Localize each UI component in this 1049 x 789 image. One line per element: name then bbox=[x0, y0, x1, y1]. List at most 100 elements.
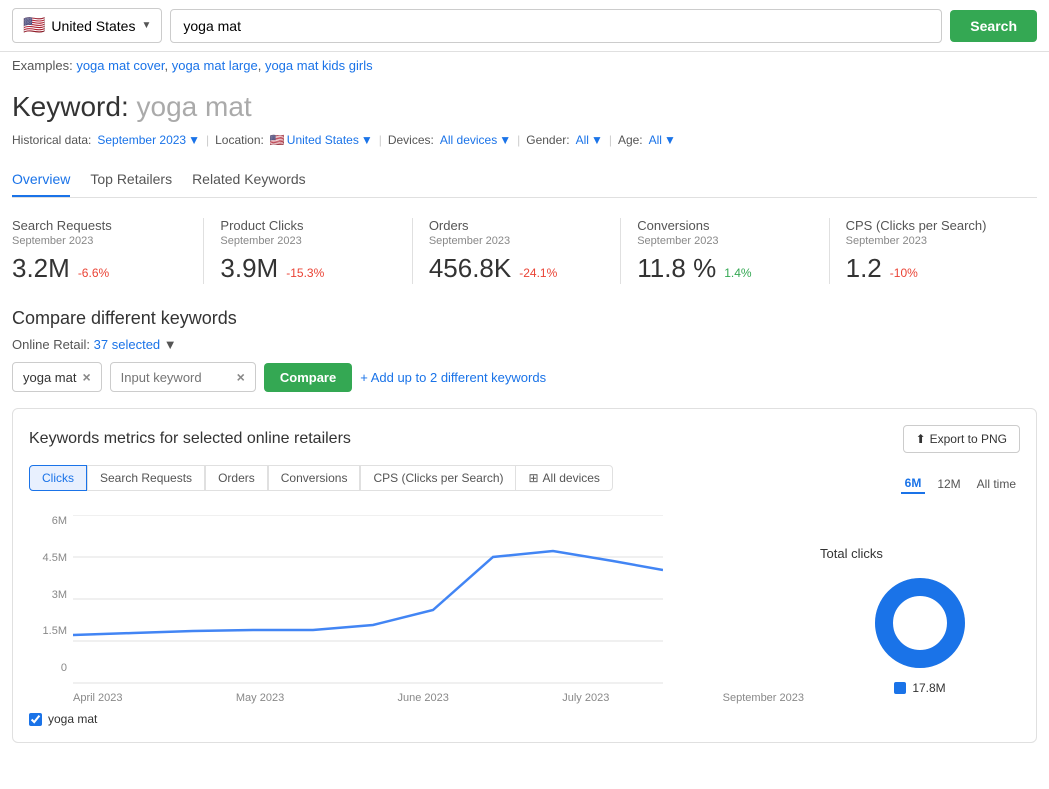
time-btn-6m[interactable]: 6M bbox=[901, 474, 926, 494]
checkbox-row: yoga mat bbox=[29, 712, 804, 726]
donut-svg bbox=[870, 573, 970, 673]
yoga-mat-checkbox[interactable] bbox=[29, 713, 42, 726]
country-label: United States bbox=[51, 18, 135, 34]
metric-orders-value: 456.8K bbox=[429, 253, 511, 284]
metric-orders-period: September 2023 bbox=[429, 235, 604, 247]
us-flag-small-icon: 🇺🇸 bbox=[270, 133, 285, 147]
metric-cps-value: 1.2 bbox=[846, 253, 882, 284]
donut-legend: 17.8M bbox=[894, 681, 945, 695]
chart-tab-cps[interactable]: CPS (Clicks per Search) bbox=[360, 465, 516, 491]
chart-area: 6M 4.5M 3M 1.5M 0 bbox=[29, 515, 804, 726]
examples-label: Examples: bbox=[12, 58, 73, 73]
chevron-down-icon: ▼ bbox=[188, 133, 200, 147]
compare-keyword-input[interactable] bbox=[121, 370, 231, 385]
time-btn-all[interactable]: All time bbox=[973, 475, 1020, 493]
chevron-down-icon-ret: ▼ bbox=[164, 337, 177, 352]
tab-top-retailers[interactable]: Top Retailers bbox=[90, 163, 172, 197]
retailers-link[interactable]: 37 selected bbox=[94, 337, 161, 352]
chart-tab-conversions[interactable]: Conversions bbox=[268, 465, 361, 491]
country-selector[interactable]: 🇺🇸 United States ▼ bbox=[12, 8, 162, 43]
legend-color-box bbox=[894, 682, 906, 694]
historical-filter[interactable]: September 2023 ▼ bbox=[97, 133, 200, 147]
compare-input-tag: × bbox=[110, 362, 256, 392]
compare-button[interactable]: Compare bbox=[264, 363, 352, 392]
time-btn-12m[interactable]: 12M bbox=[933, 475, 964, 493]
metric-search-requests-value: 3.2M bbox=[12, 253, 70, 284]
metric-cps-change: -10% bbox=[890, 266, 918, 280]
chart-tab-device[interactable]: ⊞ All devices bbox=[515, 465, 612, 491]
age-value: All bbox=[649, 133, 662, 147]
chevron-down-icon-dev: ▼ bbox=[499, 133, 511, 147]
example-link-2[interactable]: yoga mat large bbox=[172, 58, 258, 73]
y-label-0: 0 bbox=[29, 662, 67, 674]
chart-tab-orders[interactable]: Orders bbox=[205, 465, 268, 491]
metric-orders-change: -24.1% bbox=[519, 266, 557, 280]
examples-bar: Examples: yoga mat cover, yoga mat large… bbox=[0, 52, 1049, 79]
x-label-june: June 2023 bbox=[398, 692, 449, 704]
metric-product-clicks-title: Product Clicks bbox=[220, 218, 395, 233]
us-flag-icon: 🇺🇸 bbox=[23, 15, 45, 36]
example-link-1[interactable]: yoga mat cover bbox=[76, 58, 164, 73]
compare-subtitle-prefix: Online Retail: bbox=[12, 337, 90, 352]
legend-value: 17.8M bbox=[912, 681, 945, 695]
compare-keyword-value: yoga mat bbox=[23, 370, 76, 385]
age-filter[interactable]: All ▼ bbox=[649, 133, 676, 147]
chart-svg-container: 6M 4.5M 3M 1.5M 0 bbox=[29, 515, 804, 704]
export-icon: ⬆ bbox=[916, 432, 926, 446]
keyword-title: Keyword: yoga mat bbox=[12, 91, 1037, 123]
age-label: Age: bbox=[618, 133, 643, 147]
search-button[interactable]: Search bbox=[950, 10, 1037, 42]
metric-orders-title: Orders bbox=[429, 218, 604, 233]
location-filter[interactable]: 🇺🇸 United States ▼ bbox=[270, 133, 373, 147]
main-content: Keyword: yoga mat Historical data: Septe… bbox=[0, 79, 1049, 755]
historical-label: Historical data: bbox=[12, 133, 91, 147]
chevron-down-icon-gen: ▼ bbox=[591, 133, 603, 147]
devices-filter[interactable]: All devices ▼ bbox=[440, 133, 511, 147]
compare-section: Compare different keywords Online Retail… bbox=[12, 308, 1037, 392]
y-axis-labels: 6M 4.5M 3M 1.5M 0 bbox=[29, 515, 67, 674]
filter-sep-2: | bbox=[379, 133, 382, 147]
metric-product-clicks-change: -15.3% bbox=[286, 266, 324, 280]
device-icon: ⊞ bbox=[528, 471, 538, 485]
metric-cps-period: September 2023 bbox=[846, 235, 1021, 247]
remove-input-icon[interactable]: × bbox=[237, 369, 245, 385]
compare-title: Compare different keywords bbox=[12, 308, 1037, 329]
metric-conversions-value: 11.8 % bbox=[637, 253, 716, 284]
location-value: United States bbox=[287, 133, 359, 147]
metrics-row: Search Requests September 2023 3.2M -6.6… bbox=[12, 218, 1037, 284]
x-label-april: April 2023 bbox=[73, 692, 123, 704]
keyword-term: yoga mat bbox=[137, 91, 252, 122]
export-button[interactable]: ⬆ Export to PNG bbox=[903, 425, 1020, 453]
chart-tab-clicks[interactable]: Clicks bbox=[29, 465, 87, 491]
tab-related-keywords[interactable]: Related Keywords bbox=[192, 163, 306, 197]
chart-tab-search-requests[interactable]: Search Requests bbox=[87, 465, 205, 491]
tab-overview[interactable]: Overview bbox=[12, 163, 70, 197]
filter-sep-1: | bbox=[206, 133, 209, 147]
chevron-down-icon-age: ▼ bbox=[664, 133, 676, 147]
y-label-3m: 3M bbox=[29, 589, 67, 601]
example-link-3[interactable]: yoga mat kids girls bbox=[265, 58, 373, 73]
checkbox-label: yoga mat bbox=[48, 712, 97, 726]
keyword-prefix: Keyword: bbox=[12, 91, 129, 122]
search-input[interactable] bbox=[170, 9, 942, 43]
filter-sep-3: | bbox=[517, 133, 520, 147]
chart-right-panel: Total clicks 17.8M bbox=[820, 515, 1020, 726]
chart-header: Keywords metrics for selected online ret… bbox=[29, 425, 1020, 453]
metric-product-clicks: Product Clicks September 2023 3.9M -15.3… bbox=[204, 218, 412, 284]
x-label-sep: September 2023 bbox=[723, 692, 804, 704]
y-label-15m: 1.5M bbox=[29, 625, 67, 637]
metric-search-requests-period: September 2023 bbox=[12, 235, 187, 247]
metric-cps: CPS (Clicks per Search) September 2023 1… bbox=[830, 218, 1037, 284]
metric-search-requests: Search Requests September 2023 3.2M -6.6… bbox=[12, 218, 204, 284]
chart-body: 6M 4.5M 3M 1.5M 0 bbox=[29, 515, 1020, 726]
device-label: All devices bbox=[543, 471, 600, 485]
metric-orders: Orders September 2023 456.8K -24.1% bbox=[413, 218, 621, 284]
gender-filter[interactable]: All ▼ bbox=[576, 133, 603, 147]
remove-keyword-icon[interactable]: × bbox=[82, 369, 90, 385]
devices-label: Devices: bbox=[388, 133, 434, 147]
x-label-july: July 2023 bbox=[562, 692, 609, 704]
add-keywords-link[interactable]: + Add up to 2 different keywords bbox=[360, 370, 546, 385]
chart-title: Keywords metrics for selected online ret… bbox=[29, 430, 351, 448]
chart-card: Keywords metrics for selected online ret… bbox=[12, 408, 1037, 743]
chevron-down-icon: ▼ bbox=[141, 20, 151, 31]
